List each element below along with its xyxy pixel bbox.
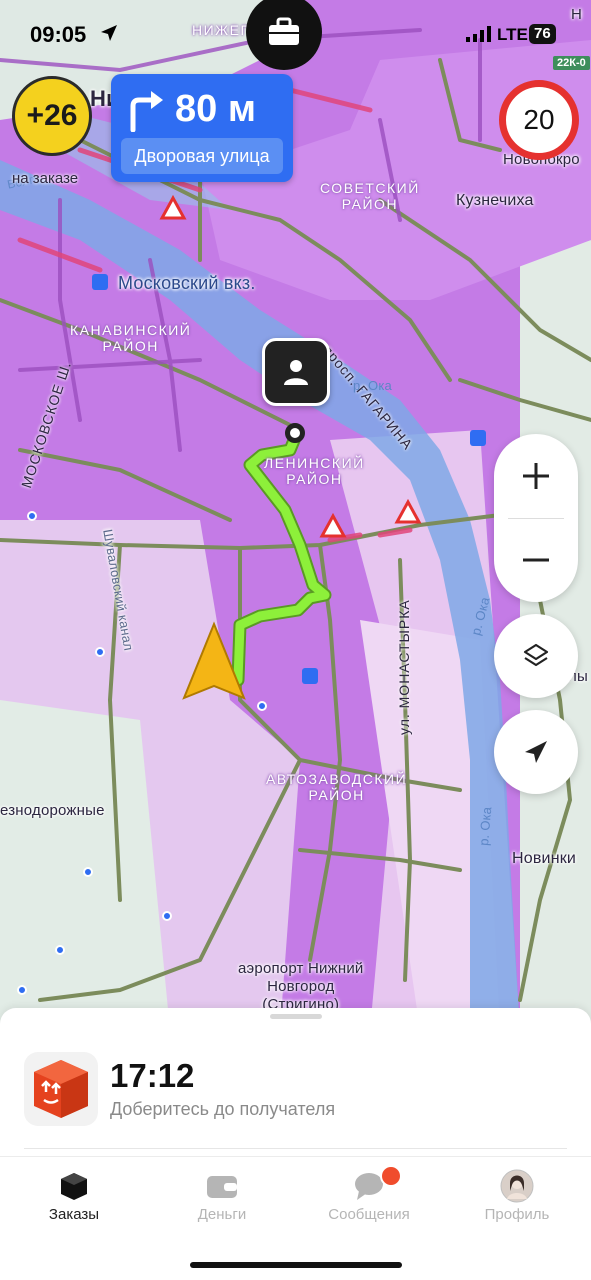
navigation-arrow-icon <box>525 741 547 763</box>
street-monastyrka: ул. МОНАСТЫРКА <box>396 599 412 735</box>
tab-label-money: Деньги <box>197 1206 247 1223</box>
bonus-badge[interactable]: +26 <box>12 76 92 156</box>
box-icon <box>54 1169 94 1203</box>
place-novinki: Новинки <box>512 850 577 867</box>
minus-icon <box>523 558 549 562</box>
signal-icon <box>466 26 491 42</box>
district-leninsky: ЛЕНИНСКИЙ РАЙОН <box>264 455 365 487</box>
destination-point <box>285 423 305 443</box>
destination-pin[interactable] <box>262 338 330 406</box>
status-time: 09:05 <box>30 22 87 47</box>
my-location-button[interactable] <box>494 710 578 794</box>
place-airport: аэропорт Нижний Новгород (Стригино) <box>238 960 364 1013</box>
home-indicator[interactable] <box>190 1262 402 1268</box>
battery-level: 76 <box>529 24 556 44</box>
tab-money[interactable]: Деньги <box>148 1157 296 1237</box>
wallet-icon <box>202 1169 242 1203</box>
avatar <box>497 1169 537 1203</box>
plus-icon <box>523 463 549 489</box>
order-eta: 17:12 <box>110 1057 195 1094</box>
tab-messages[interactable]: Сообщения <box>295 1157 443 1237</box>
district-kanavinsky: КАНАВИНСКИЙ РАЙОН <box>70 322 192 354</box>
station-label: Московский вкз. <box>118 273 256 293</box>
order-box-icon <box>24 1052 98 1126</box>
district-avtozavodsky: АВТОЗАВОДСКИЙ РАЙОН <box>266 771 408 803</box>
district-sovetsky: СОВЕТСКИЙ РАЙОН <box>320 180 420 212</box>
river-oka-label-1: р. Ока <box>353 378 392 393</box>
layers-icon <box>523 643 549 667</box>
maneuver-street: Дворовая улица <box>121 138 283 174</box>
order-status: Доберитесь до получателя <box>110 1099 336 1119</box>
network-type: LTE <box>497 25 528 44</box>
maneuver-distance: 80 м <box>175 88 256 130</box>
tab-label-orders: Заказы <box>48 1206 100 1223</box>
tab-orders[interactable]: Заказы <box>0 1157 148 1237</box>
tab-profile[interactable]: Профиль <box>443 1157 591 1237</box>
place-railway: езнодорожные <box>0 802 105 819</box>
person-icon <box>284 360 308 385</box>
courier-position-arrow <box>184 624 244 700</box>
speed-limit-sign: 20 <box>499 80 579 160</box>
tab-label-messages: Сообщения <box>328 1206 410 1223</box>
map-layers-button[interactable] <box>494 614 578 698</box>
zoom-controls <box>494 434 578 602</box>
turn-right-icon <box>130 91 163 132</box>
zoom-in-button[interactable] <box>494 434 578 518</box>
bonus-caption: на заказе <box>12 170 79 187</box>
sheet-divider <box>24 1148 567 1149</box>
zoom-out-button[interactable] <box>494 518 578 602</box>
location-arrow-icon <box>101 25 117 41</box>
maneuver-card[interactable]: 80 м Дворовая улица <box>111 74 293 182</box>
place-kuznechikha: Кузнечиха <box>456 192 534 209</box>
tab-label-profile: Профиль <box>484 1206 550 1223</box>
messages-notification-dot <box>380 1165 402 1187</box>
sheet-grabber[interactable] <box>270 1014 322 1019</box>
briefcase-icon <box>269 17 299 45</box>
